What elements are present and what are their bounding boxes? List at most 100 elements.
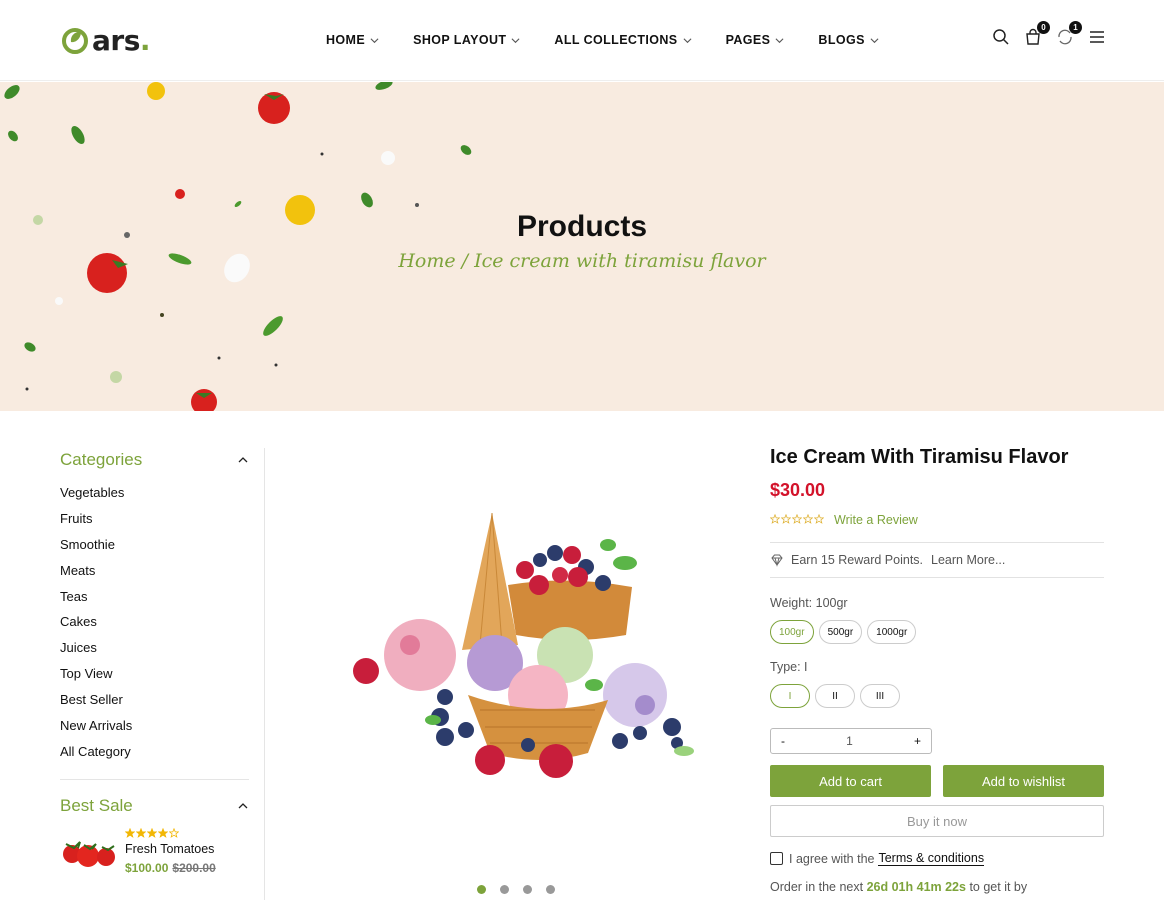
category-teas[interactable]: Teas [60,584,249,610]
header-actions: 0 1 [992,21,1106,46]
carousel-dots [477,885,555,894]
carousel-dot[interactable] [546,885,555,894]
type-label: Type: I [770,660,808,674]
basil-leaf-icon [4,85,20,99]
chevron-up-icon[interactable] [237,800,249,812]
category-all[interactable]: All Category [60,739,249,765]
brand-logo[interactable]: ars. [60,20,151,60]
weight-option-500gr[interactable]: 500gr [818,620,863,644]
nav-home[interactable]: HOME [326,30,379,50]
mozzarella-icon [55,297,63,305]
basil-leaf-icon [71,125,85,145]
agree-text: I agree with the [789,851,875,866]
best-sale-old-price: $200.00 [172,860,216,875]
star-filled-icon [158,827,168,838]
qty-increase-button[interactable]: + [914,734,921,748]
learn-more-link[interactable]: Learn More... [931,553,1005,567]
compare-count-badge: 1 [1069,21,1082,34]
star-empty-icon [781,514,791,524]
quantity-stepper: - + [770,728,932,754]
menu-hamburger-icon[interactable] [1088,28,1106,46]
page-banner: Products Home / Ice cream with tiramisu … [0,82,1164,411]
product-image[interactable] [340,505,710,795]
best-sale-header[interactable]: Best Sale [60,792,249,820]
add-to-cart-button[interactable]: Add to cart [770,765,931,797]
star-empty-icon [803,514,813,524]
star-empty-icon [169,827,179,838]
best-sale-price: $100.00 [125,860,169,875]
best-sale-rating [125,827,216,838]
star-filled-icon [125,827,135,838]
compare-button[interactable]: 1 [1056,21,1082,46]
best-sale-name[interactable]: Fresh Tomatoes [125,842,216,856]
column-divider [264,448,265,900]
nav-pages[interactable]: PAGES [726,30,785,50]
product-price: $30.00 [770,480,826,500]
nav-pages-label: PAGES [725,33,771,47]
qty-input[interactable] [809,734,890,748]
terms-agreement: I agree with the Terms & conditions [770,851,1104,866]
nav-shop-layout[interactable]: SHOP LAYOUT [413,30,520,50]
weight-options: 100gr 500gr 1000gr [770,620,1104,644]
site-header: ars. HOME SHOP LAYOUT ALL COLLECTIONS PA… [0,0,1164,81]
type-option-ii[interactable]: II [815,684,855,708]
weight-option-100gr[interactable]: 100gr [770,620,814,644]
cart-count-badge: 0 [1037,21,1050,34]
best-sale-item[interactable]: Fresh Tomatoes $100.00 $200.00 [60,827,249,875]
star-filled-icon [136,827,146,838]
qty-decrease-button[interactable]: - [781,734,785,748]
category-best-seller[interactable]: Best Seller [60,687,249,713]
logo-dot: . [139,23,151,57]
cart-button[interactable]: 0 [1024,21,1050,46]
tomato-icon [258,92,290,124]
basil-leaf-icon [24,342,36,352]
category-meats[interactable]: Meats [60,558,249,584]
basil-leaf-icon [375,82,393,90]
breadcrumb: Home / Ice cream with tiramisu flavor [0,250,1164,272]
type-options: I II III [770,684,1104,708]
terms-checkbox[interactable] [770,852,783,865]
carousel-dot[interactable] [477,885,486,894]
tomatoes-thumbnail [63,841,115,867]
countdown-timer: 26d 01h 41m 22s [866,880,966,894]
carousel-dot[interactable] [523,885,532,894]
type-option-i[interactable]: I [770,684,810,708]
product-title: Ice Cream With Tiramisu Flavor [770,446,1069,468]
category-juices[interactable]: Juices [60,635,249,661]
category-top-view[interactable]: Top View [60,661,249,687]
nav-all-collections[interactable]: ALL COLLECTIONS [554,30,692,50]
order-prefix: Order in the next [770,880,864,894]
chevron-down-icon [370,37,379,43]
main-nav: HOME SHOP LAYOUT ALL COLLECTIONS PAGES B… [326,30,879,50]
categories-title: Categories [60,450,143,469]
breadcrumb-home-link[interactable]: Home [398,250,455,272]
type-option-iii[interactable]: III [860,684,900,708]
category-smoothie[interactable]: Smoothie [60,532,249,558]
terms-link[interactable]: Terms & conditions [878,851,985,866]
category-vegetables[interactable]: Vegetables [60,480,249,506]
banner-decoration [4,82,472,411]
add-to-wishlist-button[interactable]: Add to wishlist [943,765,1104,797]
category-fruits[interactable]: Fruits [60,506,249,532]
nav-blogs[interactable]: BLOGS [818,30,879,50]
category-new-arrivals[interactable]: New Arrivals [60,713,249,739]
yellow-tomato-icon [147,82,165,100]
chevron-down-icon [511,37,520,43]
buy-now-button[interactable]: Buy it now [770,805,1104,837]
diamond-icon [771,554,783,567]
chevron-down-icon [683,37,692,43]
category-list: Vegetables Fruits Smoothie Meats Teas Ca… [60,480,249,765]
nav-shop-layout-label: SHOP LAYOUT [413,33,507,47]
weight-option-1000gr[interactable]: 1000gr [867,620,917,644]
chevron-up-icon[interactable] [237,454,249,466]
reward-text: Earn 15 Reward Points. [791,553,924,567]
search-icon[interactable] [992,28,1010,46]
chevron-down-icon [870,37,879,43]
page-title: Products [516,210,648,243]
categories-header[interactable]: Categories [60,446,249,474]
carousel-dot[interactable] [500,885,509,894]
category-cakes[interactable]: Cakes [60,609,249,635]
write-review-link[interactable]: Write a Review [834,513,918,527]
nav-blogs-label: BLOGS [818,33,865,47]
star-filled-icon [147,827,157,838]
